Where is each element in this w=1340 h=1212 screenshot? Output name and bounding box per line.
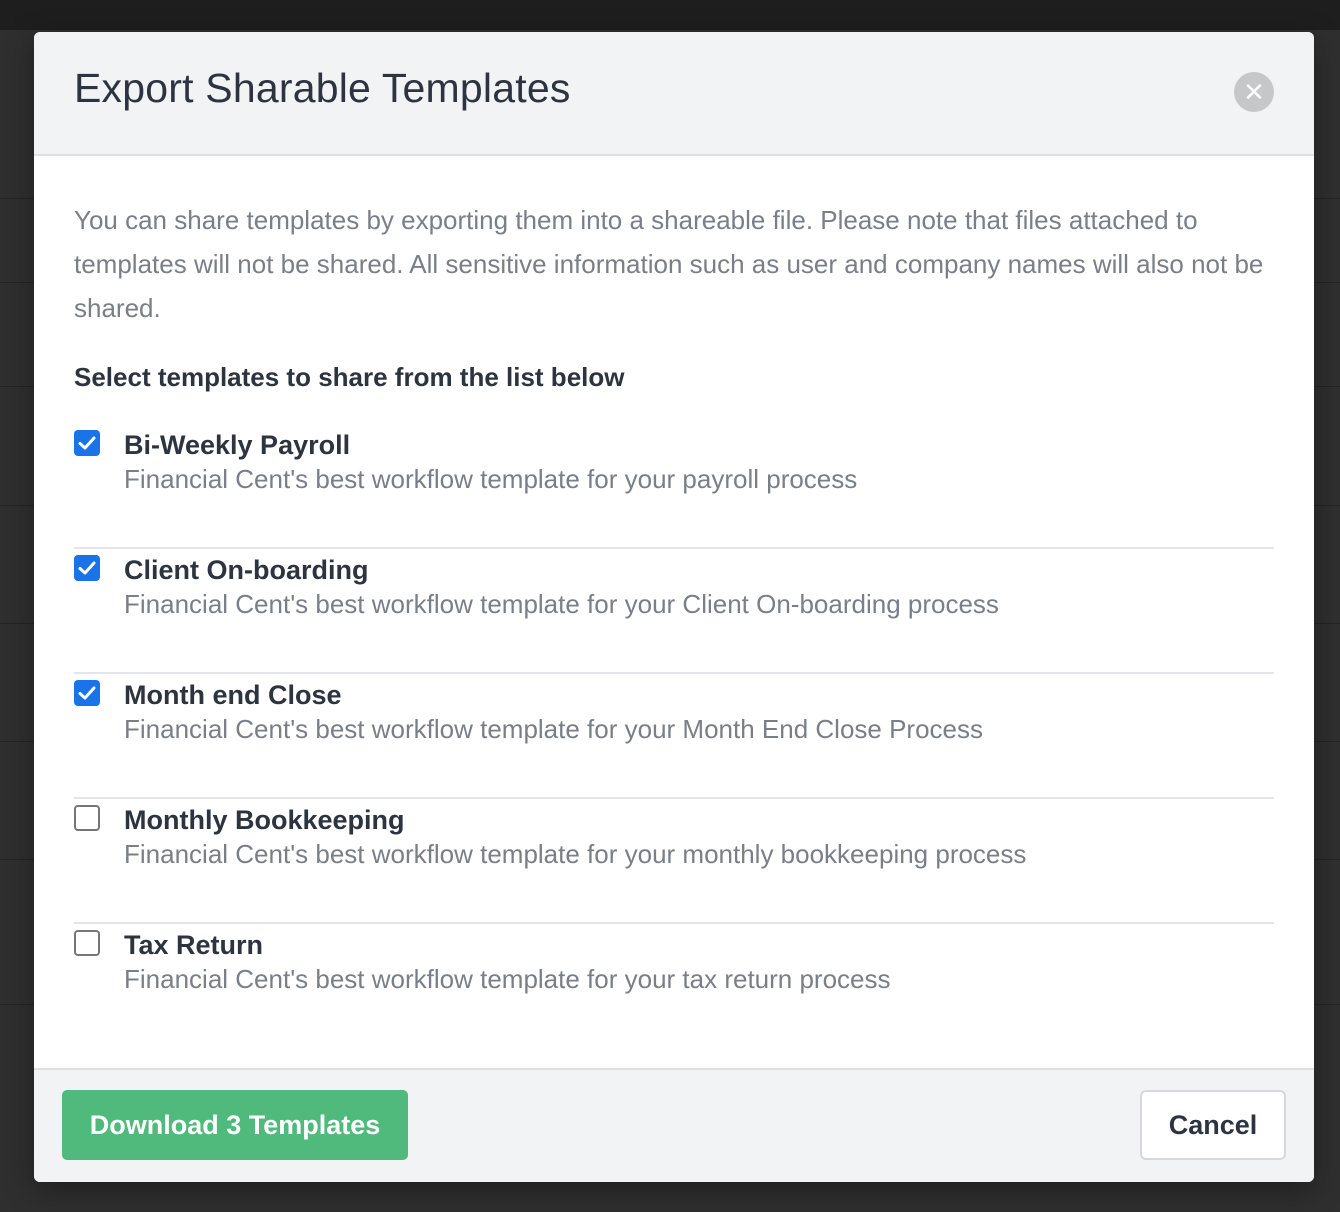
template-list: Bi-Weekly Payroll Financial Cent's best …: [74, 424, 1274, 1049]
template-item-tax-return[interactable]: Tax Return Financial Cent's best workflo…: [74, 924, 1274, 1049]
intro-text: You can share templates by exporting the…: [74, 205, 1264, 323]
template-name: Month end Close: [124, 680, 342, 710]
checkmark-icon: [78, 561, 96, 575]
cancel-button[interactable]: Cancel: [1140, 1090, 1286, 1160]
checkmark-icon: [78, 686, 96, 700]
template-description: Financial Cent's best workflow template …: [124, 464, 858, 494]
download-templates-button[interactable]: Download 3 Templates: [62, 1090, 408, 1160]
template-item-monthly-bookkeeping[interactable]: Monthly Bookkeeping Financial Cent's bes…: [74, 799, 1274, 924]
modal-footer: Download 3 Templates Cancel: [34, 1068, 1314, 1182]
close-icon[interactable]: ✕: [1243, 77, 1265, 107]
modal-title: Export Sharable Templates: [74, 65, 571, 111]
template-item-month-end-close[interactable]: Month end Close Financial Cent's best wo…: [74, 674, 1274, 799]
template-description: Financial Cent's best workflow template …: [124, 839, 1027, 869]
template-description: Financial Cent's best workflow template …: [124, 964, 891, 994]
modal-header: Export Sharable Templates ✕: [34, 32, 1314, 156]
template-checkbox[interactable]: [74, 555, 100, 581]
template-item-bi-weekly-payroll[interactable]: Bi-Weekly Payroll Financial Cent's best …: [74, 424, 1274, 549]
select-heading: Select templates to share from the list …: [74, 362, 625, 392]
template-checkbox[interactable]: [74, 805, 100, 831]
template-description: Financial Cent's best workflow template …: [124, 714, 984, 744]
export-templates-modal: Export Sharable Templates ✕ You can shar…: [34, 32, 1314, 1182]
checkmark-icon: [78, 436, 96, 450]
modal-body: You can share templates by exporting the…: [34, 156, 1314, 1068]
template-checkbox[interactable]: [74, 680, 100, 706]
background-topbar: [0, 0, 1340, 30]
template-checkbox[interactable]: [74, 430, 100, 456]
template-checkbox[interactable]: [74, 930, 100, 956]
close-button[interactable]: ✕: [1234, 72, 1274, 112]
template-name: Tax Return: [124, 930, 264, 960]
template-name: Client On-boarding: [124, 555, 369, 585]
template-name: Bi-Weekly Payroll: [124, 430, 351, 460]
template-description: Financial Cent's best workflow template …: [124, 589, 999, 619]
template-name: Monthly Bookkeeping: [124, 805, 405, 835]
template-item-client-onboarding[interactable]: Client On-boarding Financial Cent's best…: [74, 549, 1274, 674]
